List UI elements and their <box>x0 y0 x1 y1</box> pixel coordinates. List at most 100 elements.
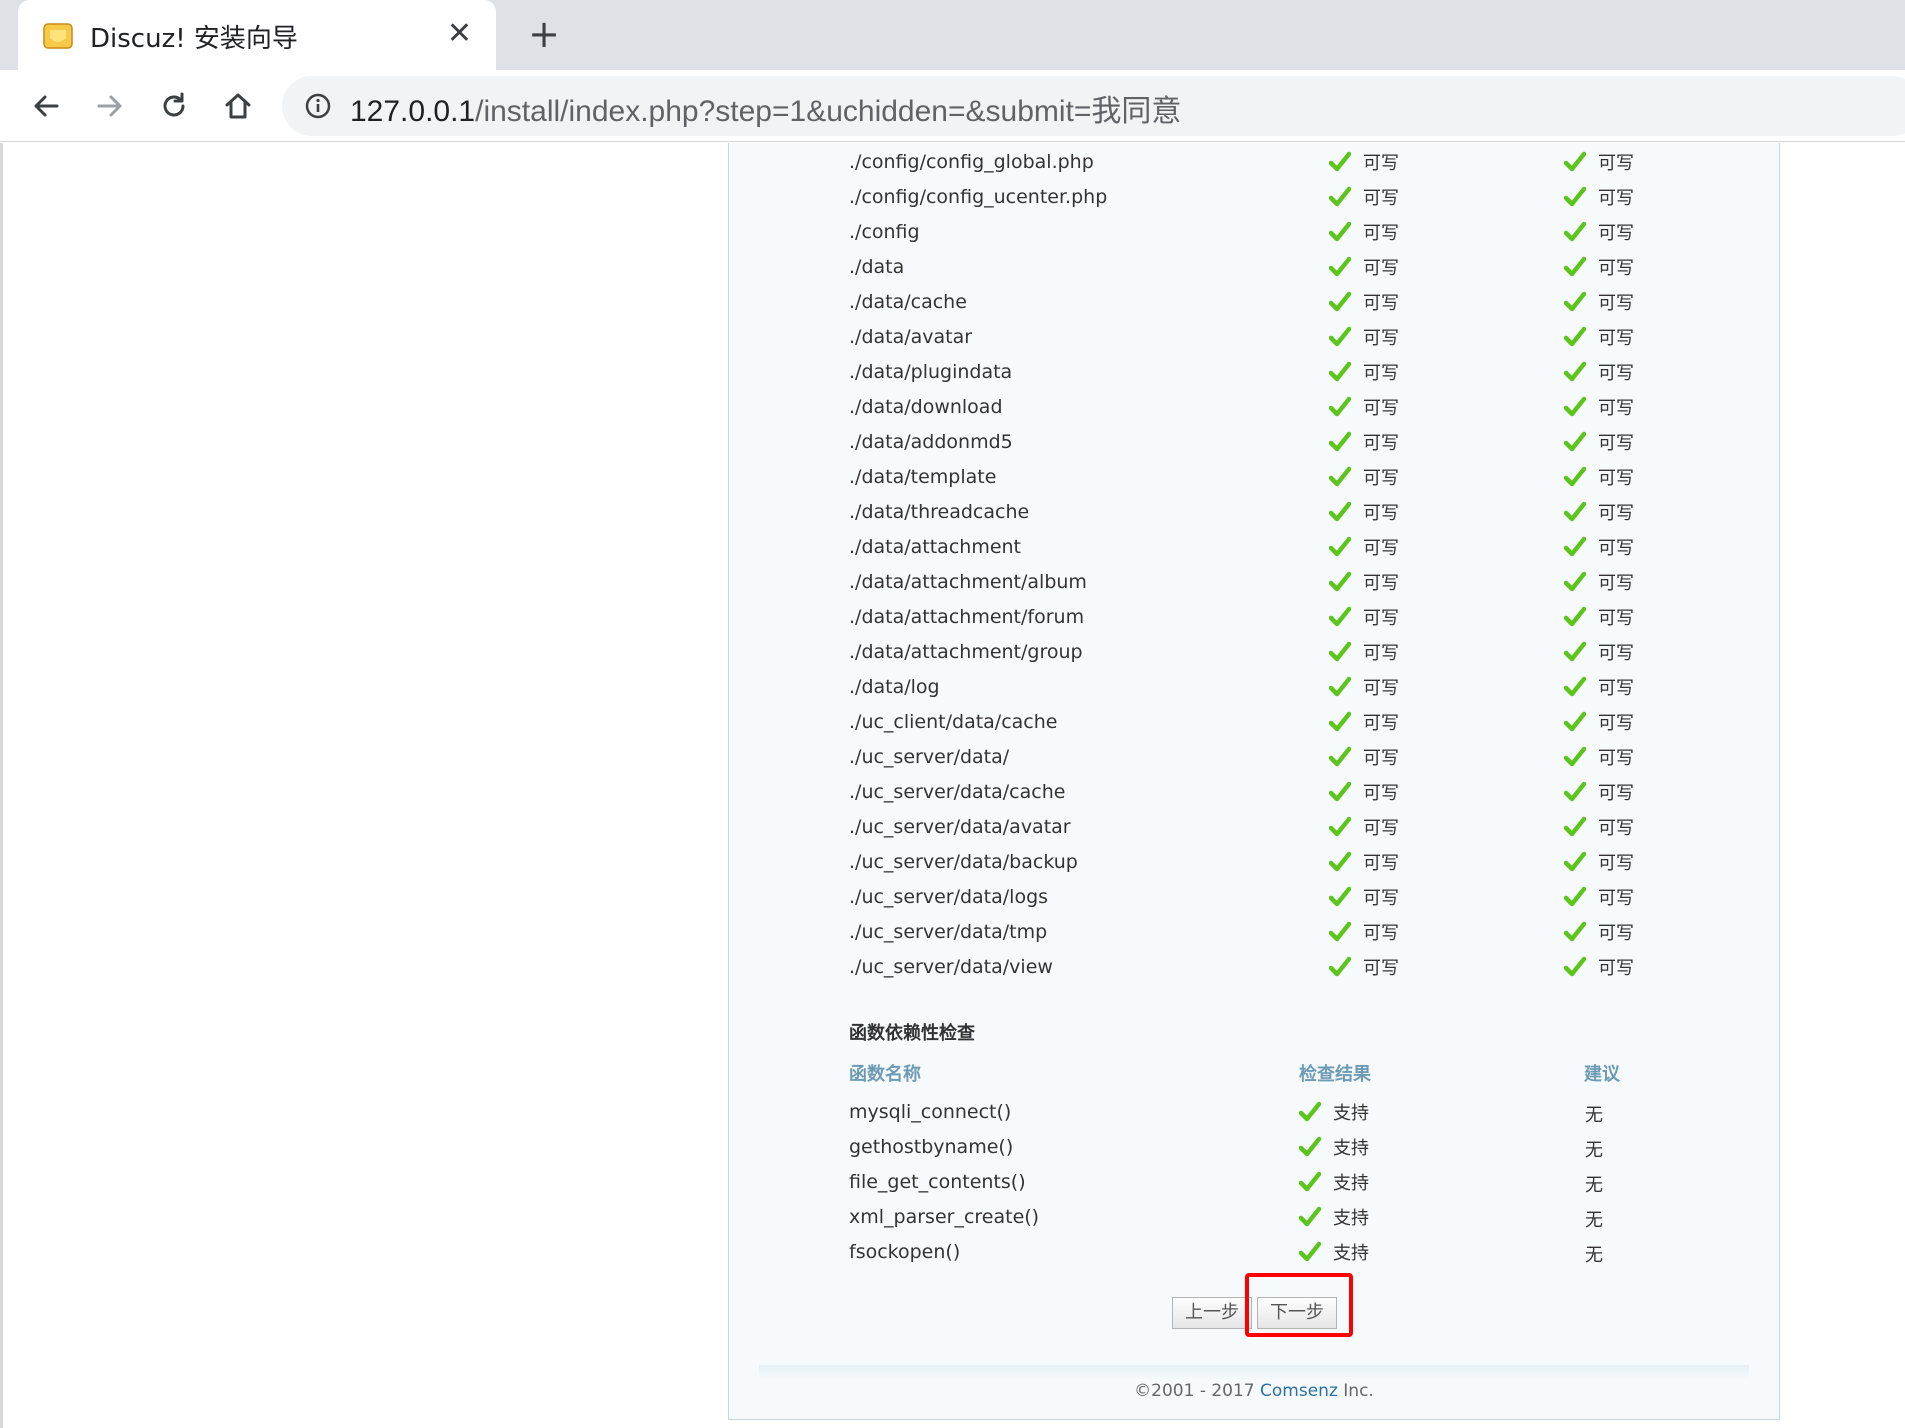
current-status: 可写 <box>1329 287 1399 317</box>
check-icon <box>1329 746 1351 767</box>
check-icon <box>1564 641 1586 662</box>
check-icon <box>1329 606 1351 627</box>
directory-path: ./data/plugindata <box>849 361 1013 383</box>
browser-tab[interactable]: Discuz! 安装向导 ✕ <box>18 0 496 70</box>
function-result-label: 支持 <box>1333 1138 1369 1159</box>
directory-path: ./uc_server/data/backup <box>849 851 1078 873</box>
directory-row: ./config 可写 可写 <box>849 217 1729 251</box>
function-advice: 无 <box>1585 1175 1603 1196</box>
function-name: gethostbyname() <box>849 1136 1014 1158</box>
comsenz-link[interactable]: Comsenz <box>1260 1381 1338 1401</box>
directory-path: ./uc_server/data/tmp <box>849 921 1048 943</box>
required-status: 可写 <box>1564 462 1634 492</box>
directory-path: ./data/threadcache <box>849 501 1030 523</box>
check-icon <box>1329 361 1351 382</box>
required-status-label: 可写 <box>1598 783 1634 804</box>
prev-step-button[interactable]: 上一步 <box>1172 1297 1252 1329</box>
required-status-label: 可写 <box>1598 153 1634 174</box>
directory-path: ./uc_client/data/cache <box>849 711 1058 733</box>
function-name-header: 函数名称 <box>849 1064 921 1085</box>
current-status-label: 可写 <box>1363 223 1399 244</box>
check-icon <box>1564 326 1586 347</box>
back-button[interactable] <box>20 80 72 132</box>
directory-row: ./data/threadcache 可写 可写 <box>849 497 1729 531</box>
check-icon <box>1329 536 1351 557</box>
current-status-label: 可写 <box>1363 678 1399 699</box>
check-icon <box>1564 361 1586 382</box>
check-icon <box>1329 781 1351 802</box>
required-status-label: 可写 <box>1598 573 1634 594</box>
required-status-label: 可写 <box>1598 713 1634 734</box>
current-status-label: 可写 <box>1363 853 1399 874</box>
function-result: 支持 <box>1299 1237 1369 1267</box>
check-icon <box>1329 501 1351 522</box>
function-row: gethostbyname() 支持 无 <box>849 1132 1729 1166</box>
copyright-footer: ©2001 - 2017 Comsenz Inc. <box>1134 1381 1374 1401</box>
current-status: 可写 <box>1329 637 1399 667</box>
directory-row: ./data/attachment/album 可写 可写 <box>849 567 1729 601</box>
directory-row: ./uc_server/data/tmp 可写 可写 <box>849 917 1729 951</box>
function-result: 支持 <box>1299 1097 1369 1127</box>
check-icon <box>1329 956 1351 977</box>
address-bar[interactable]: 127.0.0.1/install/index.php?step=1&uchid… <box>282 76 1905 136</box>
discuz-logo-icon <box>43 23 73 49</box>
check-icon <box>1299 1241 1321 1262</box>
current-status-label: 可写 <box>1363 538 1399 559</box>
check-icon <box>1564 816 1586 837</box>
current-status: 可写 <box>1329 357 1399 387</box>
red-highlight-box <box>1245 1273 1353 1337</box>
function-check-title: 函数依赖性检查 <box>849 1023 975 1044</box>
current-status: 可写 <box>1329 462 1399 492</box>
forward-button[interactable] <box>84 80 136 132</box>
check-icon <box>1564 711 1586 732</box>
current-status-label: 可写 <box>1363 643 1399 664</box>
current-status: 可写 <box>1329 707 1399 737</box>
required-status: 可写 <box>1564 322 1634 352</box>
function-advice: 无 <box>1585 1245 1603 1266</box>
function-result-label: 支持 <box>1333 1243 1369 1264</box>
check-icon <box>1564 396 1586 417</box>
current-status-label: 可写 <box>1363 818 1399 839</box>
required-status-label: 可写 <box>1598 888 1634 909</box>
current-status-label: 可写 <box>1363 293 1399 314</box>
directory-row: ./data/attachment/forum 可写 可写 <box>849 602 1729 636</box>
current-status: 可写 <box>1329 252 1399 282</box>
current-status: 可写 <box>1329 182 1399 212</box>
directory-path: ./uc_server/data/logs <box>849 886 1049 908</box>
info-icon[interactable] <box>304 92 332 120</box>
current-status-label: 可写 <box>1363 258 1399 279</box>
required-status-label: 可写 <box>1598 258 1634 279</box>
check-icon <box>1329 396 1351 417</box>
current-status: 可写 <box>1329 497 1399 527</box>
new-tab-icon[interactable]: + <box>522 12 566 56</box>
advice-header: 建议 <box>1584 1064 1620 1085</box>
check-icon <box>1564 676 1586 697</box>
check-icon <box>1329 186 1351 207</box>
function-advice: 无 <box>1585 1105 1603 1126</box>
function-result: 支持 <box>1299 1202 1369 1232</box>
check-icon <box>1329 466 1351 487</box>
directory-path: ./data/cache <box>849 291 967 313</box>
check-icon <box>1329 291 1351 312</box>
required-status-label: 可写 <box>1598 923 1634 944</box>
function-advice: 无 <box>1585 1210 1603 1231</box>
current-status: 可写 <box>1329 672 1399 702</box>
close-tab-icon[interactable]: ✕ <box>447 14 472 54</box>
current-status: 可写 <box>1329 812 1399 842</box>
directory-path: ./data <box>849 256 905 278</box>
check-icon <box>1564 851 1586 872</box>
current-status: 可写 <box>1329 567 1399 597</box>
directory-row: ./uc_client/data/cache 可写 可写 <box>849 707 1729 741</box>
current-status: 可写 <box>1329 217 1399 247</box>
required-status: 可写 <box>1564 252 1634 282</box>
current-status: 可写 <box>1329 427 1399 457</box>
check-icon <box>1564 886 1586 907</box>
check-icon <box>1564 781 1586 802</box>
check-icon <box>1299 1206 1321 1227</box>
directory-path: ./uc_server/data/avatar <box>849 816 1071 838</box>
required-status-label: 可写 <box>1598 958 1634 979</box>
required-status: 可写 <box>1564 357 1634 387</box>
current-status: 可写 <box>1329 602 1399 632</box>
home-button[interactable] <box>212 80 264 132</box>
reload-button[interactable] <box>148 80 200 132</box>
